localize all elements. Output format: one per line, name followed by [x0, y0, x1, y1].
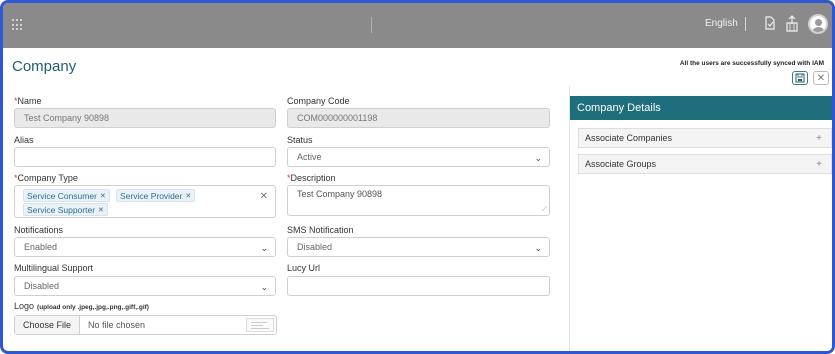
- logo-file-input[interactable]: Choose File No file chosen: [14, 315, 277, 335]
- app-frame: English Company All the users are succes…: [0, 0, 835, 354]
- document-icon[interactable]: [763, 15, 781, 35]
- description-label: *Description: [287, 173, 336, 183]
- name-field[interactable]: Test Company 90898: [14, 108, 276, 128]
- close-icon: ✕: [816, 72, 826, 84]
- lucy-url-label: Lucy Url: [287, 263, 321, 273]
- description-value: Test Company 90898: [297, 189, 383, 199]
- sms-notification-select[interactable]: Disabled ⌄: [287, 237, 550, 257]
- plus-icon[interactable]: +: [816, 133, 822, 144]
- clear-all-icon[interactable]: ✕: [260, 191, 268, 202]
- status-value: Active: [297, 152, 322, 162]
- file-status: No file chosen: [88, 320, 146, 330]
- company-code-field[interactable]: COM000000001198: [287, 108, 550, 128]
- company-type-multiselect[interactable]: Service Consumer ✕ Service Provider ✕ Serv…: [14, 185, 276, 218]
- notifications-select[interactable]: Enabled ⌄: [14, 237, 276, 257]
- notifications-label: Notifications: [14, 225, 64, 235]
- status-select[interactable]: Active ⌄: [287, 147, 550, 167]
- page-title: Company: [12, 58, 77, 75]
- top-bar: English: [3, 3, 832, 48]
- choose-file-button[interactable]: Choose File: [15, 316, 81, 334]
- accordion-associate-companies[interactable]: Associate Companies +: [578, 128, 832, 148]
- multilingual-label: Multilingual Support: [14, 263, 94, 273]
- resize-handle-icon[interactable]: ⟋: [542, 206, 547, 214]
- apps-grid-icon[interactable]: [12, 19, 24, 31]
- chevron-down-icon: ⌄: [260, 282, 268, 292]
- topbar-divider: [371, 17, 372, 33]
- chevron-down-icon: ⌄: [534, 153, 542, 163]
- logo-hint: (upload only .jpeg,.jpg,.png,.giff,.gif): [37, 304, 149, 311]
- user-avatar-icon[interactable]: [808, 14, 828, 34]
- logo-label: Logo (upload only .jpeg,.jpg,.png,.giff,.…: [14, 301, 149, 311]
- company-code-label: Company Code: [287, 96, 350, 106]
- multilingual-select[interactable]: Disabled ⌄: [14, 276, 276, 296]
- close-button[interactable]: ✕: [813, 71, 829, 85]
- language-selector[interactable]: English: [705, 18, 738, 29]
- chevron-down-icon: ⌄: [260, 243, 268, 253]
- sync-status-message: All the users are successfully synced wi…: [679, 60, 824, 67]
- plus-icon[interactable]: +: [816, 159, 822, 170]
- description-textarea[interactable]: Test Company 90898 ⟋: [287, 185, 550, 216]
- alias-input[interactable]: [14, 147, 276, 167]
- language-separator: [745, 17, 746, 31]
- remove-tag-icon[interactable]: ✕: [185, 192, 191, 200]
- name-label: *Name: [14, 96, 42, 106]
- remove-tag-icon[interactable]: ✕: [100, 192, 106, 200]
- sms-notification-value: Disabled: [297, 242, 333, 252]
- sms-notification-label: SMS Notification: [287, 225, 354, 235]
- multilingual-value: Disabled: [24, 281, 60, 291]
- status-label: Status: [287, 135, 313, 145]
- tag-service-provider: Service Provider ✕: [116, 189, 196, 202]
- chevron-down-icon: ⌄: [534, 243, 542, 253]
- company-type-label: *Company Type: [14, 173, 78, 183]
- lucy-url-input[interactable]: [287, 276, 550, 296]
- save-icon: [795, 73, 805, 83]
- tag-service-consumer: Service Consumer ✕: [23, 189, 110, 202]
- accordion-associate-groups[interactable]: Associate Groups +: [578, 154, 832, 174]
- upload-icon[interactable]: [784, 15, 802, 35]
- company-details-panel: Company Details Associate Companies + As…: [569, 86, 832, 351]
- notifications-value: Enabled: [24, 242, 58, 252]
- save-button[interactable]: [792, 71, 808, 85]
- remove-tag-icon[interactable]: ✕: [98, 206, 104, 214]
- file-preview-icon: [246, 318, 274, 332]
- tag-service-supporter: Service Supporter ✕: [23, 203, 108, 216]
- alias-label: Alias: [14, 135, 34, 145]
- company-details-header: Company Details: [570, 96, 832, 120]
